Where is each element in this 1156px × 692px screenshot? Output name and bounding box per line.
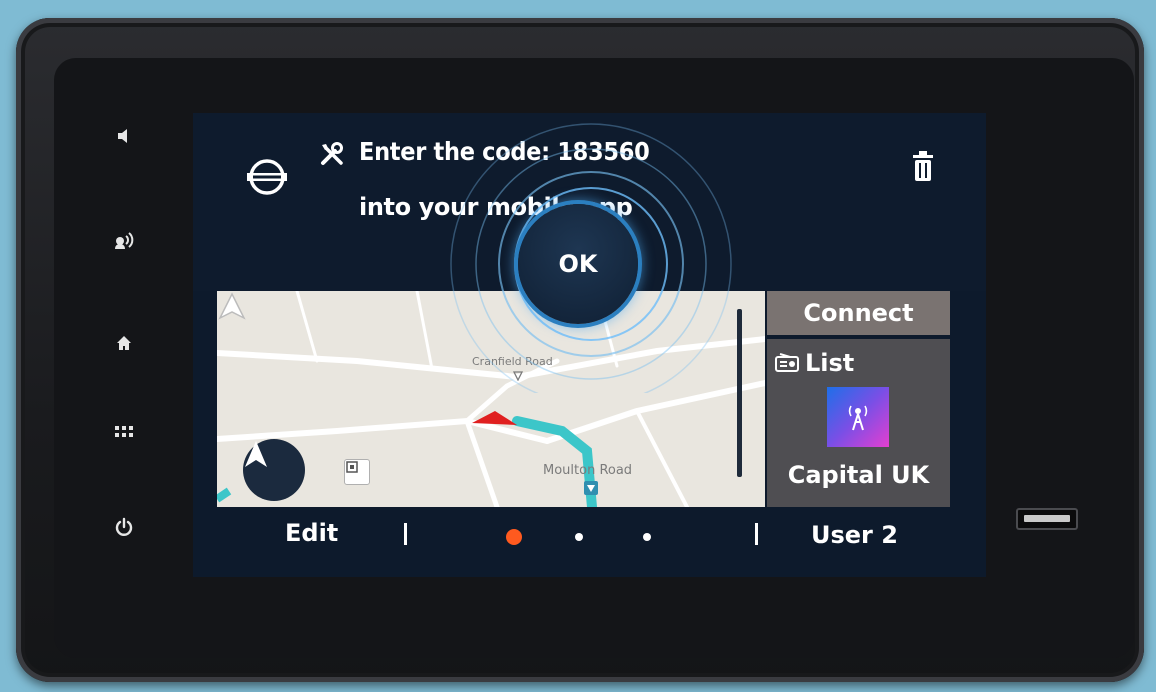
edit-button[interactable]: Edit (285, 519, 338, 547)
power-button[interactable] (104, 507, 144, 547)
speaker-icon (118, 129, 127, 143)
voice-assist-icon (115, 232, 134, 249)
user-profile-button[interactable]: User 2 (811, 521, 898, 549)
divider (755, 523, 758, 545)
page-indicator[interactable] (643, 533, 651, 541)
station-name: Capital UK (787, 461, 930, 489)
arrow-up-icon[interactable] (217, 291, 247, 321)
radio-list-icon (775, 353, 799, 372)
street-label: Cranfield Road (472, 355, 553, 368)
voice-assist-button[interactable] (104, 220, 144, 260)
page-indicator[interactable] (575, 533, 583, 541)
pairing-code-message: Enter the code: 183560 (359, 137, 650, 166)
volume-mute-button[interactable] (104, 116, 144, 156)
connect-widget[interactable]: Connect (767, 291, 950, 335)
street-label: Moulton Road (543, 463, 633, 478)
recenter-button[interactable] (243, 439, 305, 501)
divider (404, 523, 407, 545)
bottom-bar: Edit User 2 (193, 507, 986, 577)
zoom-slider[interactable] (737, 309, 742, 477)
broadcast-tower-icon (848, 405, 868, 431)
home-button[interactable] (104, 323, 144, 363)
poi-marker-icon[interactable] (344, 459, 370, 485)
trash-icon[interactable] (911, 150, 935, 182)
tools-icon (321, 142, 343, 165)
ok-button[interactable]: OK (518, 204, 638, 324)
page-indicator-active[interactable] (506, 529, 522, 545)
brand-logo-icon (247, 159, 287, 195)
touchscreen: Enter the code: 183560 into your mobile … (193, 113, 986, 577)
power-icon (115, 517, 133, 536)
radio-widget[interactable]: List Capital UK (767, 339, 950, 507)
connect-label: Connect (803, 299, 914, 327)
grid-icon (115, 426, 133, 437)
route-direction-icon (584, 481, 598, 495)
station-logo (827, 387, 889, 447)
waypoint-marker-icon (513, 371, 523, 381)
navigation-arrow-icon (245, 441, 267, 467)
apps-menu-button[interactable] (104, 413, 144, 453)
home-icon (117, 336, 131, 350)
usb-port (1016, 508, 1078, 530)
radio-list-label: List (805, 349, 855, 377)
radio-list-button[interactable]: List (775, 349, 854, 377)
navigation-map[interactable]: Cranfield Road Moulton Road (217, 291, 765, 507)
